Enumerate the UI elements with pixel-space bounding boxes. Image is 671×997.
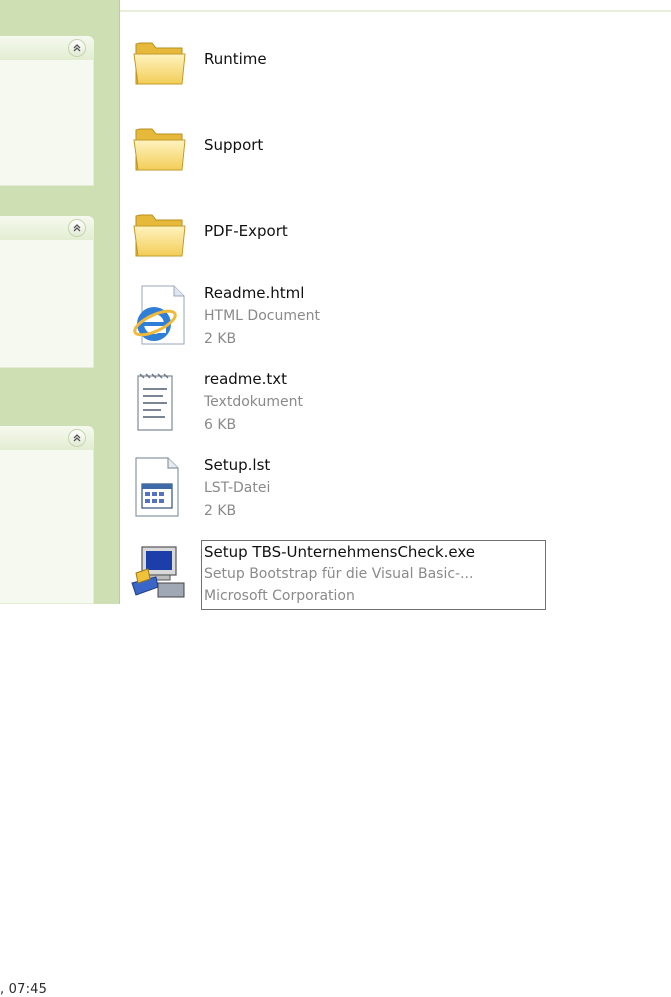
file-company: Microsoft Corporation bbox=[204, 588, 355, 604]
top-border bbox=[120, 10, 671, 12]
file-name: Readme.html bbox=[204, 284, 305, 302]
collapse-button-1[interactable] bbox=[68, 39, 86, 57]
file-name: readme.txt bbox=[204, 370, 288, 388]
chevron-double-up-icon bbox=[73, 434, 81, 442]
file-size: 2 KB bbox=[204, 331, 237, 347]
details-date-text: , 07:45 bbox=[0, 982, 48, 997]
collapse-button-2[interactable] bbox=[68, 219, 86, 237]
file-size: 2 KB bbox=[204, 503, 237, 519]
file-name: Setup TBS-UnternehmensCheck.exe bbox=[204, 543, 475, 561]
file-name: Runtime bbox=[204, 50, 267, 68]
folder-icon bbox=[133, 128, 186, 171]
lst-file-icon bbox=[135, 457, 179, 517]
file-type: Setup Bootstrap für die Visual Basic-... bbox=[204, 566, 474, 582]
collapse-button-3[interactable] bbox=[68, 429, 86, 447]
setup-exe-icon bbox=[131, 546, 185, 598]
file-name: PDF-Export bbox=[204, 222, 288, 240]
task-pane: , 07:45 bbox=[0, 0, 120, 997]
task-panel-header-3[interactable] bbox=[0, 426, 94, 450]
file-type: LST-Datei bbox=[204, 480, 271, 496]
folder-icon bbox=[133, 42, 186, 85]
file-size: 6 KB bbox=[204, 417, 237, 433]
task-panel-body-3: , 07:45 bbox=[0, 450, 94, 997]
task-panel-header-2[interactable] bbox=[0, 216, 94, 240]
file-type: HTML Document bbox=[204, 308, 320, 324]
text-document-icon bbox=[137, 373, 173, 431]
task-panel-body-2 bbox=[0, 240, 94, 368]
file-name: Setup.lst bbox=[204, 456, 271, 474]
html-document-icon bbox=[133, 285, 185, 345]
file-type: Textdokument bbox=[204, 394, 303, 410]
task-panel-body-1 bbox=[0, 60, 94, 186]
chevron-double-up-icon bbox=[73, 44, 81, 52]
chevron-double-up-icon bbox=[73, 224, 81, 232]
task-panel-header-1[interactable] bbox=[0, 36, 94, 60]
file-name: Support bbox=[204, 136, 264, 154]
folder-icon bbox=[133, 214, 186, 257]
